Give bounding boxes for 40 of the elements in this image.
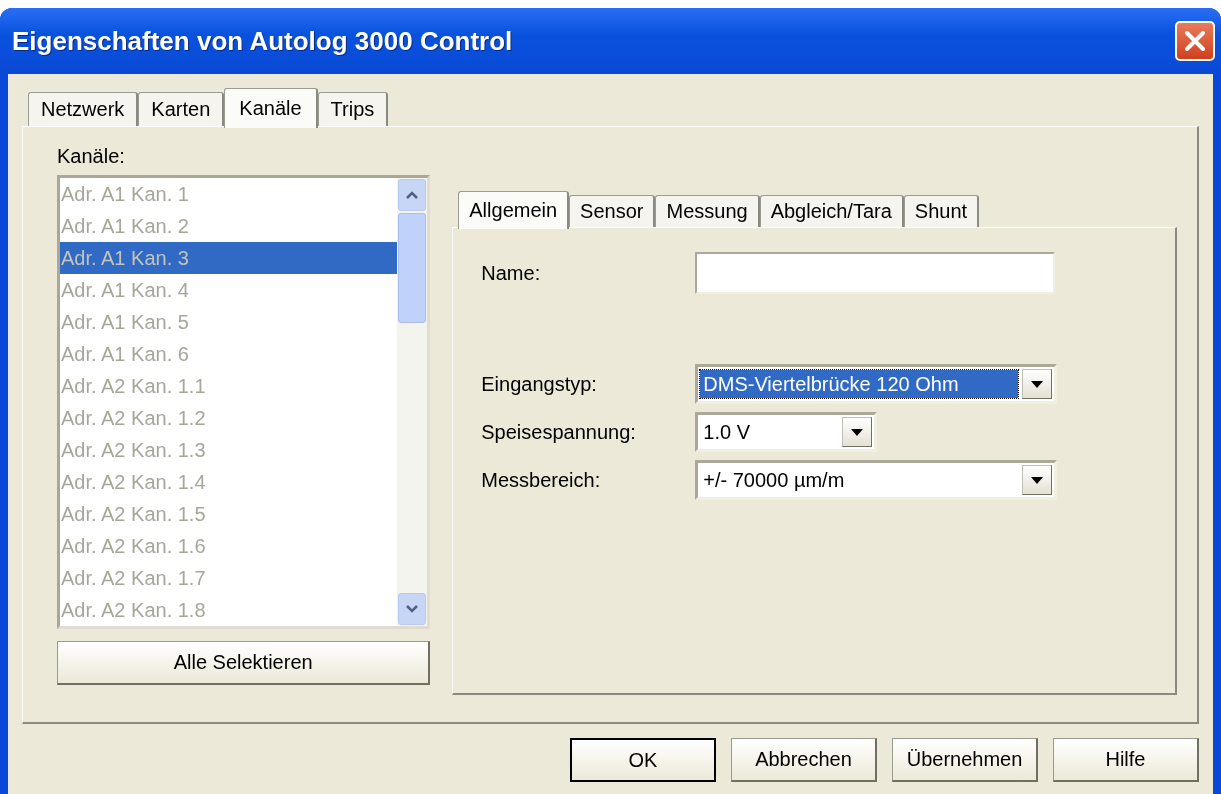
name-field[interactable] [695,252,1056,294]
field-label: Name: [481,261,542,285]
tab[interactable]: Messung [655,195,760,227]
field-label: Speisespannung: [481,420,637,444]
dialog-button[interactable]: Übernehmen [892,738,1038,782]
dropdown-arrow-button[interactable] [842,417,873,447]
caret-icon [851,428,864,436]
tab[interactable]: Kanäle [224,88,318,128]
field-label: Eingangstyp: [481,372,598,396]
dropdown[interactable]: DMS-Viertelbrücke 120 Ohm [695,364,1058,404]
select-all-button[interactable]: Alle Selektieren [57,641,431,685]
close-button[interactable] [1175,21,1215,61]
dropdown-value: +/- 70000 µm/m [702,468,846,493]
tab[interactable]: Shunt [903,195,980,227]
window-title: Eigenschaften von Autolog 3000 Control [12,25,513,57]
dropdown-arrow-button[interactable] [1022,369,1053,399]
caret-icon [1031,476,1044,484]
dropdown-value: DMS-Viertelbrücke 120 Ohm [700,370,1019,398]
dialog-button[interactable]: Abbrechen [731,738,877,782]
dialog-button[interactable]: Hilfe [1053,738,1199,782]
dropdown[interactable]: 1.0 V [695,412,878,452]
tab[interactable]: Netzwerk [28,92,139,126]
chevron-down-icon [406,605,419,613]
caret-icon [1031,380,1044,388]
close-icon [1182,28,1208,54]
tab[interactable]: Abgleich/Tara [759,195,904,227]
field-label: Messbereich: [481,468,602,492]
dropdown-arrow-button[interactable] [1022,465,1053,495]
tab[interactable]: Karten [138,92,225,126]
dialog-button[interactable]: OK [570,738,716,782]
tab[interactable]: Sensor [569,195,656,227]
dropdown-value: 1.0 V [702,420,751,445]
chevron-up-icon [406,191,419,199]
tab[interactable]: Trips [317,92,389,126]
dropdown[interactable]: +/- 70000 µm/m [695,460,1058,500]
scroll-thumb[interactable] [398,213,427,323]
scroll-up-button[interactable] [398,179,427,211]
channels-label: Kanäle: [57,145,126,169]
tab[interactable]: Allgemein [458,191,570,229]
scroll-down-button[interactable] [398,593,427,625]
